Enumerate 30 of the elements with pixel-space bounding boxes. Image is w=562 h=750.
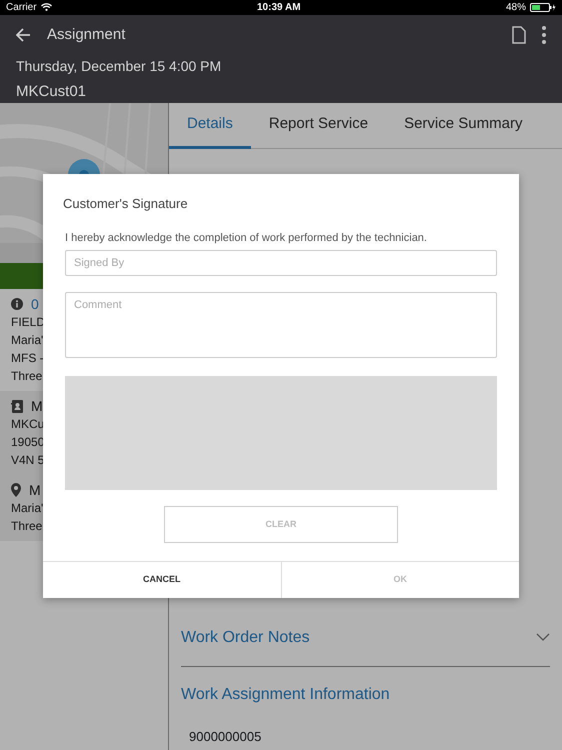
header-date: Thursday, December 15 4:00 PM <box>16 56 222 76</box>
location-pin-icon <box>11 483 21 497</box>
header-customer: MKCust01 <box>16 82 88 102</box>
section-header[interactable]: Work Order Notes <box>181 626 310 650</box>
battery-percent: 48% <box>506 1 526 15</box>
tab[interactable]: Service Summary <box>386 103 540 149</box>
status-time: 10:39 AM <box>257 1 301 15</box>
section-line: Three <box>11 518 44 535</box>
cancel-button[interactable]: CANCEL <box>43 562 280 598</box>
comment-field[interactable]: Comment <box>65 292 497 358</box>
section-line: MFS - <box>11 350 45 367</box>
info-icon <box>11 298 23 310</box>
battery-icon <box>530 0 556 15</box>
tab[interactable]: Details <box>169 103 251 149</box>
section-line: Three <box>11 368 44 385</box>
section-header[interactable]: Work Assignment Information <box>181 682 390 706</box>
section-line: Maria' <box>11 500 44 517</box>
tab[interactable]: Report Service <box>250 103 386 149</box>
signed-by-field[interactable]: Signed By <box>65 250 497 276</box>
contact-card-icon <box>11 400 23 412</box>
section-title[interactable]: M <box>29 481 41 499</box>
carrier-label: Carrier <box>6 1 37 15</box>
instruction-text: I hereby acknowledge the completion of work performed by the technician. <box>65 230 428 246</box>
header-title: Assignment <box>47 25 126 45</box>
dialog-title: Customer's Signature <box>63 195 189 213</box>
field-value: 9000000005 <box>188 728 262 746</box>
section-title[interactable]: M <box>31 397 43 415</box>
section-line: Maria' <box>11 332 44 349</box>
section-line: MKCu <box>11 416 46 433</box>
section-title[interactable]: 0 <box>31 295 39 313</box>
